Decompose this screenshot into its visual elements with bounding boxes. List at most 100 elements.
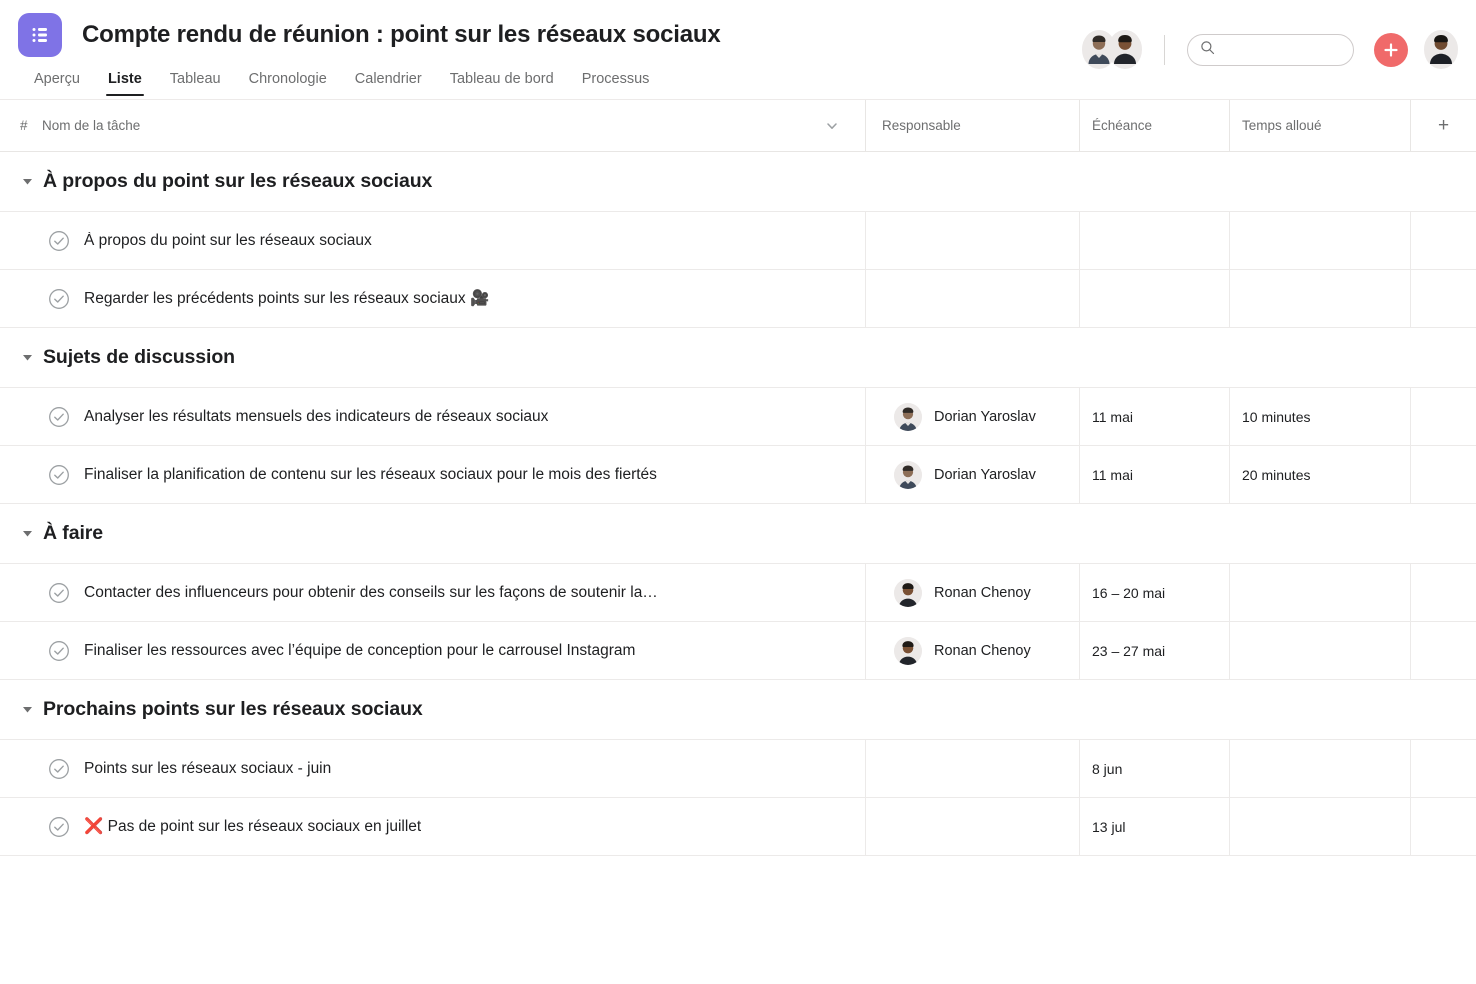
row-end-cell xyxy=(1410,388,1476,445)
chevron-down-icon[interactable] xyxy=(825,119,839,136)
column-header-time-allocated[interactable]: Temps alloué xyxy=(1229,99,1410,152)
task-name-cell[interactable]: Points sur les réseaux sociaux - juin xyxy=(0,740,865,797)
assignee-cell[interactable]: Ronan Chenoy xyxy=(865,564,1079,621)
due-date-cell[interactable]: 11 mai xyxy=(1079,388,1229,445)
tab-chronologie[interactable]: Chronologie xyxy=(235,71,341,96)
complete-task-icon[interactable] xyxy=(48,464,70,486)
table-row[interactable]: ❌ Pas de point sur les réseaux sociaux e… xyxy=(0,798,1476,856)
caret-down-icon[interactable] xyxy=(22,350,33,368)
task-name: À propos du point sur les réseaux sociau… xyxy=(84,231,372,249)
assignee-cell[interactable]: Ronan Chenoy xyxy=(865,622,1079,679)
due-date-cell[interactable] xyxy=(1079,212,1229,269)
time-allocated-cell[interactable] xyxy=(1229,798,1410,855)
column-header-task-name[interactable]: Nom de la tâche xyxy=(42,100,865,152)
row-end-cell xyxy=(1410,622,1476,679)
top-bar: Compte rendu de réunion : point sur les … xyxy=(0,0,1476,100)
due-date-cell[interactable]: 8 jun xyxy=(1079,740,1229,797)
due-date-cell[interactable]: 13 jul xyxy=(1079,798,1229,855)
assignee-cell[interactable]: Dorian Yaroslav xyxy=(865,446,1079,503)
task-name-cell[interactable]: Finaliser les ressources avec l’équipe d… xyxy=(0,622,865,679)
avatar[interactable] xyxy=(1108,30,1142,69)
assignee-cell[interactable] xyxy=(865,212,1079,269)
table-row[interactable]: À propos du point sur les réseaux sociau… xyxy=(0,212,1476,270)
time-allocated-cell[interactable] xyxy=(1229,212,1410,269)
avatar xyxy=(894,636,922,665)
row-end-cell xyxy=(1410,798,1476,855)
page-title: Compte rendu de réunion : point sur les … xyxy=(82,21,721,48)
due-date-cell[interactable]: 11 mai xyxy=(1079,446,1229,503)
task-name: Points sur les réseaux sociaux - juin xyxy=(84,759,332,777)
task-table: # Nom de la tâche Responsable Échéance T… xyxy=(0,99,1476,856)
tab-liste[interactable]: Liste xyxy=(94,71,156,96)
table-row[interactable]: Regarder les précédents points sur les r… xyxy=(0,270,1476,328)
task-name-cell[interactable]: À propos du point sur les réseaux sociau… xyxy=(0,212,865,269)
tab-tableau-de-bord[interactable]: Tableau de bord xyxy=(436,71,568,96)
tab-apercu[interactable]: Aperçu xyxy=(20,71,94,96)
table-row[interactable]: Finaliser la planification de contenu su… xyxy=(0,446,1476,504)
complete-task-icon[interactable] xyxy=(48,758,70,780)
row-end-cell xyxy=(1410,212,1476,269)
task-name: Finaliser la planification de contenu su… xyxy=(84,465,657,483)
section-header[interactable]: Sujets de discussion xyxy=(0,328,1476,388)
caret-down-icon[interactable] xyxy=(22,702,33,720)
assignee-cell[interactable] xyxy=(865,270,1079,327)
column-header-assignee[interactable]: Responsable xyxy=(865,99,1079,152)
task-name-cell[interactable]: Contacter des influenceurs pour obtenir … xyxy=(0,564,865,621)
section-header[interactable]: Prochains points sur les réseaux sociaux xyxy=(0,680,1476,740)
table-row[interactable]: Contacter des influenceurs pour obtenir … xyxy=(0,564,1476,622)
section-header[interactable]: À faire xyxy=(0,504,1476,564)
complete-task-icon[interactable] xyxy=(48,640,70,662)
assignee-cell[interactable]: Dorian Yaroslav xyxy=(865,388,1079,445)
time-allocated-cell[interactable]: 10 minutes xyxy=(1229,388,1410,445)
table-header-row: # Nom de la tâche Responsable Échéance T… xyxy=(0,99,1476,152)
due-date-cell[interactable]: 16 – 20 mai xyxy=(1079,564,1229,621)
task-name-cell[interactable]: ❌ Pas de point sur les réseaux sociaux e… xyxy=(0,798,865,855)
section-title: Prochains points sur les réseaux sociaux xyxy=(43,698,423,720)
tab-tableau[interactable]: Tableau xyxy=(156,71,235,96)
table-row[interactable]: Finaliser les ressources avec l’équipe d… xyxy=(0,622,1476,680)
due-date: 11 mai xyxy=(1092,466,1133,483)
top-right-controls xyxy=(1082,30,1458,69)
task-name: ❌ Pas de point sur les réseaux sociaux e… xyxy=(84,818,422,835)
task-name-cell[interactable]: Analyser les résultats mensuels des indi… xyxy=(0,388,865,445)
section-header[interactable]: À propos du point sur les réseaux sociau… xyxy=(0,152,1476,212)
column-header-due-date[interactable]: Échéance xyxy=(1079,99,1229,152)
complete-task-icon[interactable] xyxy=(48,230,70,252)
caret-down-icon[interactable] xyxy=(22,526,33,544)
tab-calendrier[interactable]: Calendrier xyxy=(341,71,436,96)
tab-processus[interactable]: Processus xyxy=(568,71,664,96)
task-name-cell[interactable]: Regarder les précédents points sur les r… xyxy=(0,270,865,327)
time-allocated-cell[interactable] xyxy=(1229,622,1410,679)
divider xyxy=(1164,34,1165,65)
complete-task-icon[interactable] xyxy=(48,582,70,604)
complete-task-icon[interactable] xyxy=(48,406,70,428)
avatar xyxy=(894,578,922,607)
task-name: Finaliser les ressources avec l’équipe d… xyxy=(84,641,636,659)
due-date: 23 – 27 mai xyxy=(1092,642,1166,659)
due-date: 11 mai xyxy=(1092,408,1133,425)
assignee-cell[interactable] xyxy=(865,798,1079,855)
table-row[interactable]: Points sur les réseaux sociaux - juin 8 … xyxy=(0,740,1476,798)
current-user-avatar[interactable] xyxy=(1424,30,1458,69)
row-end-cell xyxy=(1410,270,1476,327)
caret-down-icon[interactable] xyxy=(22,174,33,192)
due-date-cell[interactable] xyxy=(1079,270,1229,327)
list-icon xyxy=(18,13,62,57)
time-allocated-cell[interactable] xyxy=(1229,270,1410,327)
task-name: Contacter des influenceurs pour obtenir … xyxy=(84,583,658,601)
assignee-cell[interactable] xyxy=(865,740,1079,797)
add-button[interactable] xyxy=(1374,32,1408,67)
member-avatars[interactable] xyxy=(1082,30,1142,69)
complete-task-icon[interactable] xyxy=(48,288,70,310)
time-allocated-cell[interactable] xyxy=(1229,740,1410,797)
time-allocated-cell[interactable] xyxy=(1229,564,1410,621)
search-input[interactable] xyxy=(1223,41,1343,58)
complete-task-icon[interactable] xyxy=(48,816,70,838)
search-box[interactable] xyxy=(1187,33,1354,66)
time-allocated: 10 minutes xyxy=(1242,408,1311,425)
table-row[interactable]: Analyser les résultats mensuels des indi… xyxy=(0,388,1476,446)
time-allocated-cell[interactable]: 20 minutes xyxy=(1229,446,1410,503)
due-date-cell[interactable]: 23 – 27 mai xyxy=(1079,622,1229,679)
add-column-button[interactable]: + xyxy=(1410,99,1476,152)
task-name-cell[interactable]: Finaliser la planification de contenu su… xyxy=(0,446,865,503)
